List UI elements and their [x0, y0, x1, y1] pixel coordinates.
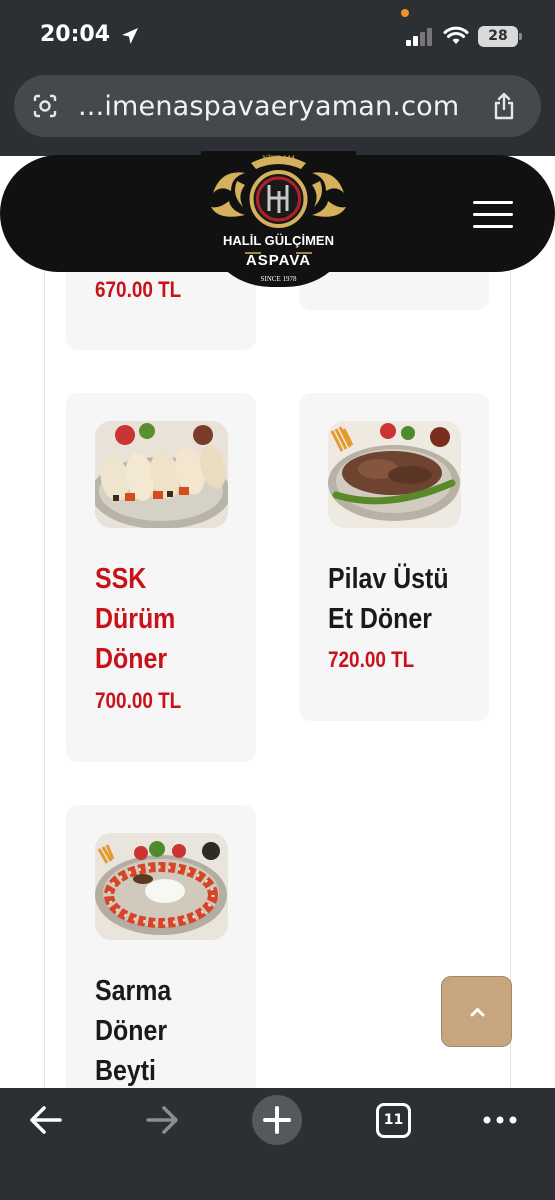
food-image-durum[interactable]: [95, 421, 228, 528]
logo-container[interactable]: NİKRAM HALİL GÜLÇİMEN ASPAVA SINCE 1978: [201, 151, 356, 287]
url-text[interactable]: ...imenaspavaeryaman.com: [78, 91, 459, 122]
new-tab-plus-icon[interactable]: [251, 1094, 303, 1146]
back-to-top-button[interactable]: [441, 976, 512, 1047]
hamburger-icon[interactable]: [473, 201, 513, 229]
menu-item-card[interactable]: Sarma Döner Beyti: [66, 805, 256, 1088]
food-image-sarma-beyti[interactable]: [95, 833, 228, 940]
menu-item-card[interactable]: SSK Dürüm Döner 700.00 TL: [66, 393, 256, 762]
logo-name: HALİL GÜLÇİMEN: [223, 233, 334, 248]
back-arrow-icon[interactable]: [26, 1088, 66, 1152]
item-name-line: Et Döner: [328, 603, 432, 635]
menu-item-card[interactable]: Pilav Üstü Et Döner 720.00 TL: [299, 393, 489, 721]
item-name: Pilav Üstü Et Döner: [328, 559, 449, 639]
food-image-pilav-ustu[interactable]: [328, 421, 461, 528]
logo-brand: ASPAVA: [246, 252, 311, 269]
item-price: 720.00 TL: [328, 647, 415, 672]
privacy-indicator-dot: [401, 9, 409, 17]
item-name-line: Sarma: [95, 975, 172, 1007]
browser-address-area: ...imenaspavaeryaman.com: [0, 72, 555, 156]
browser-toolbar: 11: [0, 1088, 555, 1200]
share-icon[interactable]: [492, 92, 516, 120]
item-name-line: Pilav Üstü: [328, 563, 449, 595]
item-name: Sarma Döner Beyti: [95, 971, 171, 1088]
item-name-line: Dürüm: [95, 603, 176, 635]
wifi-icon: [443, 26, 469, 44]
item-name-line: Beyti: [95, 1055, 156, 1087]
item-name-line: SSK: [95, 563, 147, 595]
lens-icon[interactable]: [32, 93, 58, 119]
web-page: 670.00 TL SSK Dürüm Döner 700.00 TL Pila…: [0, 156, 555, 1088]
item-price: 700.00 TL: [95, 688, 182, 713]
brand-logo[interactable]: NİKRAM HALİL GÜLÇİMEN ASPAVA SINCE 1978: [201, 151, 356, 287]
location-arrow-icon: [122, 28, 138, 44]
battery-icon: 28: [478, 26, 522, 47]
item-name: SSK Dürüm Döner: [95, 559, 175, 679]
tabs-icon[interactable]: 11: [376, 1103, 411, 1138]
address-bar[interactable]: ...imenaspavaeryaman.com: [14, 75, 541, 137]
logo-since: SINCE 1978: [261, 275, 297, 283]
logo-top-text: NİKRAM: [262, 154, 294, 163]
forward-arrow-icon[interactable]: [142, 1088, 182, 1152]
chevron-up-icon: [470, 1008, 485, 1017]
more-icon[interactable]: [480, 1088, 520, 1152]
item-price: 670.00 TL: [95, 277, 182, 302]
item-name-line: Döner: [95, 1015, 168, 1047]
signal-icon: [406, 28, 434, 46]
status-time: 20:04: [40, 22, 111, 47]
item-name-line: Döner: [95, 643, 168, 675]
status-bar: 20:04 28: [0, 0, 555, 72]
